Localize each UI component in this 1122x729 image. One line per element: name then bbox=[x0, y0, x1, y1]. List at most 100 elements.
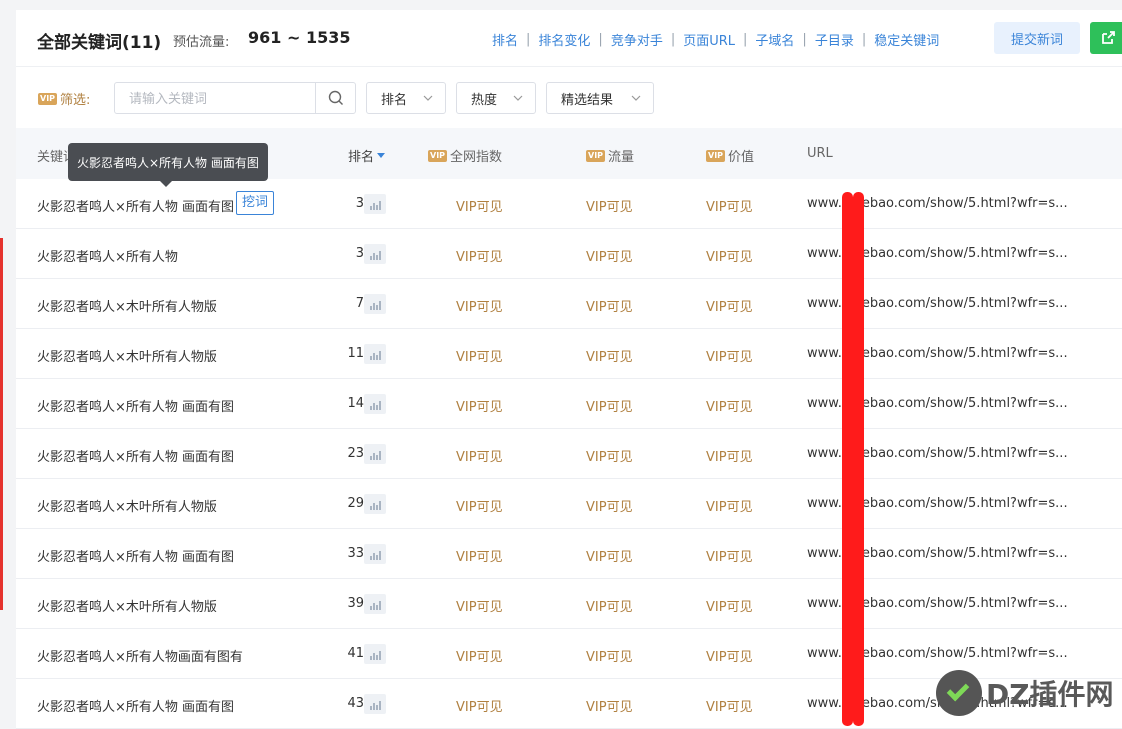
index-vip-value: VIP可见 bbox=[456, 700, 503, 715]
heat-filter-label: 热度 bbox=[471, 92, 498, 108]
col-rank[interactable]: 排名 bbox=[348, 146, 386, 165]
table-row: 火影忍者鸣人×所有人物 画面有图 14 VIP可见 VIP可见 VIP可见 www. eba… bbox=[16, 379, 1122, 429]
url-prefix: www. bbox=[807, 296, 842, 311]
link-page-url[interactable]: 页面URL bbox=[683, 30, 735, 49]
url-prefix: www. bbox=[807, 596, 842, 611]
flow-vip-value: VIP可见 bbox=[586, 700, 633, 715]
url-tail: ebao.com/show/5.html?wfr=s... bbox=[861, 396, 1068, 411]
index-vip-value: VIP可见 bbox=[456, 450, 503, 465]
url-tail: ebao.com/show/5.html?wfr=s... bbox=[861, 546, 1068, 561]
keyword-text: 火影忍者鸣人×所有人物 画面有图 bbox=[37, 700, 235, 715]
rank-trend-icon[interactable] bbox=[364, 444, 386, 464]
link-competitors[interactable]: 竞争对手 bbox=[611, 30, 663, 49]
export-button[interactable] bbox=[1090, 22, 1122, 54]
link-stable-keywords[interactable]: 稳定关键词 bbox=[874, 30, 939, 49]
keyword-search-input[interactable] bbox=[115, 83, 316, 113]
keyword-cell[interactable]: 火影忍者鸣人×木叶所有人物版 bbox=[37, 346, 217, 365]
rank-trend-icon[interactable] bbox=[364, 494, 386, 514]
rank-trend-icon[interactable] bbox=[364, 344, 386, 364]
rank-trend-icon[interactable] bbox=[364, 544, 386, 564]
value-vip-value: VIP可见 bbox=[706, 200, 753, 215]
keyword-cell[interactable]: 火影忍者鸣人×所有人物 画面有图 挖词 bbox=[37, 191, 275, 215]
featured-filter-dropdown[interactable]: 精选结果 bbox=[546, 82, 654, 114]
link-rank[interactable]: 排名 bbox=[492, 30, 518, 49]
value-vip-value: VIP可见 bbox=[706, 250, 753, 265]
rank-trend-icon[interactable] bbox=[364, 194, 386, 214]
keyword-cell[interactable]: 火影忍者鸣人×所有人物 画面有图 bbox=[37, 396, 234, 415]
watermark: DZ插件网 bbox=[936, 670, 1114, 716]
rank-trend-icon[interactable] bbox=[364, 694, 386, 714]
keyword-cell[interactable]: 火影忍者鸣人×所有人物 bbox=[37, 246, 178, 265]
value-vip-value: VIP可见 bbox=[706, 400, 753, 415]
index-vip-value: VIP可见 bbox=[456, 500, 503, 515]
url-prefix: www. bbox=[807, 396, 842, 411]
keyword-cell[interactable]: 火影忍者鸣人×所有人物画面有图有 bbox=[37, 646, 243, 665]
search-button[interactable] bbox=[315, 83, 355, 113]
table-row: 火影忍者鸣人×所有人物 3 VIP可见 VIP可见 VIP可见 www. ebao.com/… bbox=[16, 229, 1122, 279]
link-separator: | bbox=[526, 32, 531, 47]
vip-badge: VIP bbox=[428, 149, 448, 162]
rank-value: 3 bbox=[355, 246, 364, 261]
rank-trend-icon[interactable] bbox=[364, 394, 386, 414]
keyword-cell[interactable]: 火影忍者鸣人×所有人物 画面有图 bbox=[37, 546, 234, 565]
filter-label: VIP 筛选: bbox=[38, 89, 90, 108]
rank-value: 11 bbox=[347, 346, 364, 361]
table-row: 火影忍者鸣人×木叶所有人物版 7 VIP可见 VIP可见 VIP可见 www. ebao.c… bbox=[16, 279, 1122, 329]
rank-filter-dropdown[interactable]: 排名 bbox=[366, 82, 446, 114]
rank-value: 43 bbox=[347, 696, 364, 711]
index-vip-value: VIP可见 bbox=[456, 300, 503, 315]
value-vip-value: VIP可见 bbox=[706, 550, 753, 565]
flow-vip-value: VIP可见 bbox=[586, 500, 633, 515]
keyword-search bbox=[114, 82, 356, 114]
estimated-flow-label: 预估流量: bbox=[173, 35, 230, 50]
url-prefix: www. bbox=[807, 646, 842, 661]
keyword-cell[interactable]: 火影忍者鸣人×所有人物 画面有图 bbox=[37, 446, 234, 465]
keyword-text: 火影忍者鸣人×木叶所有人物版 bbox=[37, 600, 217, 615]
rank-trend-icon[interactable] bbox=[364, 244, 386, 264]
rank-trend-icon[interactable] bbox=[364, 594, 386, 614]
index-vip-value: VIP可见 bbox=[456, 400, 503, 415]
index-vip-value: VIP可见 bbox=[456, 200, 503, 215]
keyword-cell[interactable]: 火影忍者鸣人×木叶所有人物版 bbox=[37, 596, 217, 615]
link-subdirectory[interactable]: 子目录 bbox=[815, 30, 854, 49]
value-vip-value: VIP可见 bbox=[706, 600, 753, 615]
table-row: 火影忍者鸣人×木叶所有人物版 29 VIP可见 VIP可见 VIP可见 www. ebao.… bbox=[16, 479, 1122, 529]
value-vip-value: VIP可见 bbox=[706, 700, 753, 715]
rank-value: 14 bbox=[347, 396, 364, 411]
keyword-tooltip: 火影忍者鸣人×所有人物 画面有图 bbox=[68, 143, 268, 187]
col-value: VIP 价值 bbox=[706, 146, 754, 165]
submit-new-keyword-button[interactable]: 提交新词 bbox=[994, 22, 1080, 54]
url-tail: ebao.com/show/5.html?wfr=s... bbox=[861, 346, 1068, 361]
url-prefix: www. bbox=[807, 496, 842, 511]
link-subdomain[interactable]: 子域名 bbox=[755, 30, 794, 49]
flow-vip-value: VIP可见 bbox=[586, 300, 633, 315]
table-row: 火影忍者鸣人×所有人物 画面有图 23 VIP可见 VIP可见 VIP可见 www. eba… bbox=[16, 429, 1122, 479]
url-tail: ebao.com/show/5.html?wfr=s... bbox=[861, 446, 1068, 461]
dig-keyword-button[interactable]: 挖词 bbox=[236, 191, 275, 215]
link-separator: | bbox=[861, 32, 867, 47]
watermark-text: DZ插件网 bbox=[986, 678, 1114, 711]
keyword-cell[interactable]: 火影忍者鸣人×木叶所有人物版 bbox=[37, 296, 217, 315]
value-vip-value: VIP可见 bbox=[706, 650, 753, 665]
redaction-mark bbox=[853, 192, 864, 726]
table-row: 火影忍者鸣人×木叶所有人物版 11 VIP可见 VIP可见 VIP可见 www. ebao.… bbox=[16, 329, 1122, 379]
col-value-label: 价值 bbox=[728, 150, 755, 165]
link-separator: | bbox=[802, 32, 807, 47]
keyword-cell[interactable]: 火影忍者鸣人×所有人物 画面有图 bbox=[37, 696, 234, 715]
index-vip-value: VIP可见 bbox=[456, 550, 503, 565]
url-tail: ebao.com/show/5.html?wfr=s... bbox=[861, 246, 1068, 261]
rank-trend-icon[interactable] bbox=[364, 294, 386, 314]
rank-value: 41 bbox=[347, 646, 364, 661]
rank-value: 39 bbox=[347, 596, 364, 611]
index-vip-value: VIP可见 bbox=[456, 650, 503, 665]
url-tail: ebao.com/show/5.html?wfr=s... bbox=[861, 196, 1068, 211]
flow-vip-value: VIP可见 bbox=[586, 400, 633, 415]
rank-trend-icon[interactable] bbox=[364, 644, 386, 664]
vip-badge: VIP bbox=[586, 149, 606, 162]
heat-filter-dropdown[interactable]: 热度 bbox=[456, 82, 536, 114]
flow-vip-value: VIP可见 bbox=[586, 250, 633, 265]
redaction-mark bbox=[842, 192, 853, 726]
link-rank-change[interactable]: 排名变化 bbox=[538, 30, 590, 49]
keyword-cell[interactable]: 火影忍者鸣人×木叶所有人物版 bbox=[37, 496, 217, 515]
url-prefix: www. bbox=[807, 546, 842, 561]
